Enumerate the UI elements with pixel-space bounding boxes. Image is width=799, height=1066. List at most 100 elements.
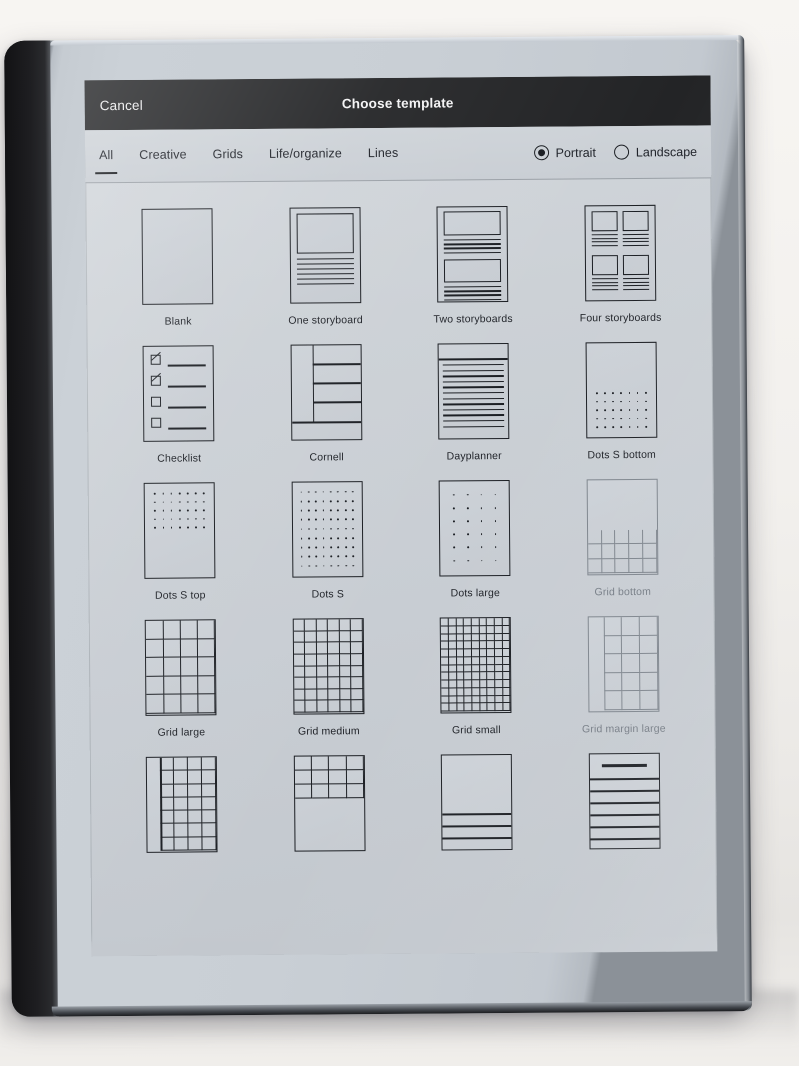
template-label: Cornell	[309, 451, 344, 464]
thumb-rule-line	[622, 285, 649, 287]
template-label: Blank	[164, 315, 192, 328]
thumb-cell-grid	[293, 619, 364, 713]
template-label: Grid medium	[297, 725, 360, 738]
thumb-rule-line	[622, 277, 649, 280]
thumb-rule-line	[442, 836, 512, 840]
thumb-frame	[296, 213, 354, 254]
template-item-one-storyboard[interactable]: One storyboard	[251, 207, 399, 327]
thumb-rule-line	[444, 286, 502, 288]
template-label: Grid bottom	[594, 585, 652, 599]
template-thumbnail-grid-bottom	[586, 478, 659, 576]
thumb-rule-line	[443, 397, 505, 400]
template-item-dots-s-bottom[interactable]: Dots S bottom	[547, 341, 695, 462]
tab-creative[interactable]: Creative	[139, 135, 187, 175]
template-thumbnail-grid-margin-medium	[146, 756, 218, 853]
tab-life-organize[interactable]: Life/organize	[269, 134, 342, 175]
thumb-cell-grid	[145, 620, 216, 714]
thumb-rule-line	[443, 403, 505, 406]
template-label: Grid large	[157, 726, 206, 739]
thumb-rule-line	[591, 285, 618, 287]
thumb-rule-line	[622, 237, 649, 239]
template-item-grid-large[interactable]: Grid large	[107, 619, 255, 739]
template-item[interactable]	[108, 756, 256, 864]
template-thumbnail-dots-s-bottom	[585, 341, 658, 439]
thumb-cell-grid	[160, 757, 217, 851]
template-item-grid-bottom[interactable]: Grid bottom	[548, 478, 696, 599]
template-item[interactable]	[255, 755, 403, 863]
template-thumbnail-grid-small	[439, 616, 512, 714]
template-label: Two storyboards	[433, 312, 513, 326]
template-item-four-storyboards[interactable]: Four storyboards	[546, 204, 694, 325]
tab-lines[interactable]: Lines	[368, 134, 399, 174]
thumb-rule-line	[296, 263, 354, 266]
template-item-checklist[interactable]: Checklist	[105, 345, 253, 465]
template-label: Dayplanner	[446, 450, 502, 463]
thumb-cell-grid	[294, 756, 364, 799]
template-item-grid-medium[interactable]: Grid medium	[254, 618, 402, 738]
template-label: Checklist	[157, 452, 202, 465]
cancel-button[interactable]: Cancel	[100, 97, 143, 112]
template-item-two-storyboards[interactable]: Two storyboards	[398, 205, 546, 326]
thumb-frame	[591, 211, 618, 232]
template-item-grid-small[interactable]: Grid small	[402, 616, 550, 737]
template-item-blank[interactable]: Blank	[104, 208, 252, 328]
thumb-rule-line	[442, 364, 504, 366]
template-label: Dots S	[311, 588, 345, 601]
template-thumbnail-checklist	[142, 345, 215, 442]
orientation-option-portrait[interactable]: Portrait	[533, 145, 596, 161]
template-item[interactable]	[550, 752, 698, 860]
thumb-rule-line	[296, 278, 354, 281]
orientation-option-landscape[interactable]: Landscape	[613, 144, 697, 160]
thumb-rule-line	[442, 848, 512, 851]
thumb-rule-line	[444, 294, 502, 297]
template-item-dots-s-top[interactable]: Dots S top	[106, 482, 254, 602]
template-item-grid-margin-large[interactable]: Grid margin large	[549, 615, 697, 735]
thumb-cell-grid	[603, 616, 659, 711]
thumb-rule-line	[591, 278, 618, 280]
thumb-header-divider	[438, 357, 508, 361]
thumb-rule-line	[168, 385, 207, 388]
thumb-dot-grid	[593, 389, 650, 431]
template-item-dots-s[interactable]: Dots S	[253, 481, 401, 601]
thumb-rule-line	[590, 825, 660, 829]
thumb-rule-line	[312, 401, 361, 404]
thumb-rule-line	[296, 273, 354, 276]
template-item-cornell[interactable]: Cornell	[252, 344, 400, 464]
template-item[interactable]	[403, 753, 551, 862]
template-thumbnail-two-storyboards	[436, 205, 509, 303]
thumb-rule-line	[443, 392, 505, 394]
thumb-rule-line	[591, 244, 618, 247]
thumb-cell-grid	[440, 617, 511, 712]
template-item-dayplanner[interactable]: Dayplanner	[400, 342, 548, 463]
thumb-dot-grid	[297, 487, 357, 570]
tab-all[interactable]: All	[99, 136, 114, 176]
thumb-rule-line	[442, 824, 512, 828]
template-grid: Blank One storyboard Two storyboards Four s…	[85, 178, 716, 864]
thumb-rule-line	[622, 244, 649, 247]
template-thumbnail-grid-margin-large	[587, 615, 660, 713]
thumb-rule-line	[591, 288, 618, 291]
template-thumbnail-grid-medium	[292, 618, 365, 715]
dialog-title: Choose template	[341, 94, 454, 111]
thumb-title-rule	[601, 763, 647, 767]
thumb-checkbox	[151, 417, 162, 428]
template-label: One storyboard	[288, 314, 363, 327]
tabs-group: All Creative Grids Life/organize Lines	[85, 134, 425, 177]
template-item-dots-large[interactable]: Dots large	[401, 479, 549, 600]
template-thumbnail-grid-top	[293, 755, 366, 852]
thumb-dot-grid	[447, 488, 503, 567]
eink-screen: Cancel Choose template All Creative Grids L…	[84, 75, 718, 957]
thumb-rule-line	[312, 382, 361, 385]
dialog-topbar: Cancel Choose template	[84, 75, 711, 131]
thumb-rule-line	[168, 406, 207, 409]
tab-grids[interactable]: Grids	[212, 135, 243, 175]
thumb-rule-line	[443, 380, 505, 383]
device-left-bezel	[4, 40, 58, 1017]
thumb-rule-line	[443, 375, 505, 378]
thumb-cell-grid	[587, 529, 658, 574]
template-thumbnail-dots-s	[291, 481, 364, 578]
thumb-rule-line	[168, 427, 207, 430]
thumb-rule-line	[444, 251, 502, 254]
thumb-frame	[444, 259, 502, 283]
thumb-rule-line	[443, 408, 505, 411]
